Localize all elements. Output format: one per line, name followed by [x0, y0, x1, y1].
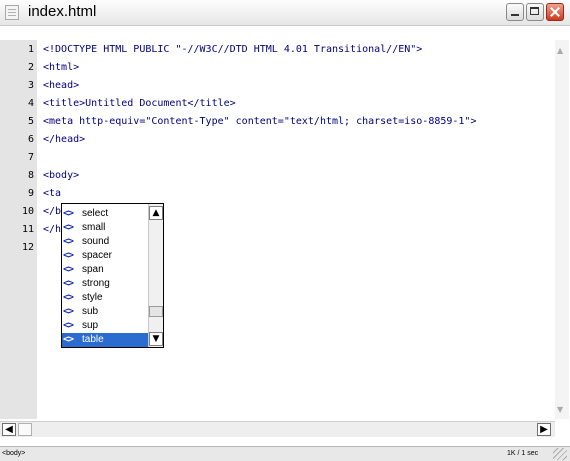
code-line[interactable]: <meta http-equiv="Content-Type" content=…: [43, 116, 476, 128]
autocomplete-item-selected[interactable]: <> table: [62, 333, 148, 347]
autocomplete-item[interactable]: <> strong: [62, 277, 148, 291]
line-number-gutter: 1 2 3 4 5 6 7 8 9 10 11 12: [0, 40, 37, 419]
autocomplete-popup[interactable]: <> select <> small <> sound <> spacer <> span…: [61, 203, 164, 348]
line-number: 1: [27, 44, 34, 55]
tag-icon: <>: [63, 208, 74, 219]
autocomplete-scrollbar[interactable]: ▲ ▼: [148, 204, 163, 347]
autocomplete-item[interactable]: <> sup: [62, 319, 148, 333]
autocomplete-item[interactable]: <> style: [62, 291, 148, 305]
code-line[interactable]: <!DOCTYPE HTML PUBLIC "-//W3C//DTD HTML …: [43, 44, 422, 56]
line-number: 3: [27, 80, 34, 91]
resize-grip-icon[interactable]: [553, 448, 567, 460]
tag-icon: <>: [63, 264, 74, 275]
line-number: 10: [21, 206, 34, 217]
vertical-scrollbar[interactable]: ▲ ▼: [555, 40, 569, 419]
autocomplete-scroll-thumb[interactable]: [149, 306, 163, 317]
code-line[interactable]: </head>: [43, 134, 85, 146]
autocomplete-item[interactable]: <> select: [62, 207, 148, 221]
code-line[interactable]: <html>: [43, 62, 79, 74]
line-number: 5: [27, 116, 34, 127]
scroll-right-icon[interactable]: ▶: [537, 423, 551, 436]
line-number: 2: [27, 62, 34, 73]
line-number: 6: [27, 134, 34, 145]
title-bar: index.html: [0, 0, 570, 26]
tag-icon: <>: [63, 320, 74, 331]
horizontal-scroll-thumb[interactable]: [18, 423, 32, 436]
scroll-down-icon[interactable]: ▼: [557, 405, 563, 415]
scroll-left-icon[interactable]: ◀: [2, 423, 16, 436]
maximize-button[interactable]: [526, 3, 544, 21]
line-number: 9: [27, 188, 34, 199]
autocomplete-item[interactable]: <> span: [62, 263, 148, 277]
window-title: index.html: [28, 3, 97, 20]
download-size: 1K / 1 sec: [507, 450, 539, 457]
minimize-button[interactable]: [506, 3, 524, 21]
line-number: 12: [21, 242, 34, 253]
autocomplete-item[interactable]: <> sub: [62, 305, 148, 319]
line-number: 4: [27, 98, 34, 109]
line-number: 7: [27, 152, 34, 163]
tag-icon: <>: [63, 236, 74, 247]
autocomplete-item[interactable]: <> sound: [62, 235, 148, 249]
code-line[interactable]: <title>Untitled Document</title>: [43, 98, 236, 110]
tag-icon: <>: [63, 334, 74, 345]
status-bar: <body> 1K / 1 sec: [0, 446, 570, 461]
tag-icon: <>: [63, 222, 74, 233]
tag-icon: <>: [63, 306, 74, 317]
tag-selector[interactable]: <body>: [2, 450, 25, 457]
code-line[interactable]: </b: [43, 206, 61, 218]
tag-icon: <>: [63, 250, 74, 261]
line-number: 8: [27, 170, 34, 181]
document-icon: [5, 5, 19, 20]
tag-icon: <>: [63, 278, 74, 289]
horizontal-scrollbar[interactable]: ◀ ▶: [0, 421, 555, 437]
tag-icon: <>: [63, 292, 74, 303]
close-button[interactable]: [546, 3, 564, 21]
code-line[interactable]: </h: [43, 224, 61, 236]
code-line[interactable]: <ta: [43, 188, 61, 200]
autocomplete-item[interactable]: <> spacer: [62, 249, 148, 263]
code-line[interactable]: <body>: [43, 170, 79, 182]
scroll-down-icon[interactable]: ▼: [149, 332, 163, 346]
scroll-up-icon[interactable]: ▲: [557, 46, 563, 56]
line-number: 11: [21, 224, 34, 235]
scroll-up-icon[interactable]: ▲: [149, 206, 163, 220]
code-line[interactable]: <head>: [43, 80, 79, 92]
autocomplete-list[interactable]: <> select <> small <> sound <> spacer <> span…: [62, 204, 148, 347]
autocomplete-item[interactable]: <> small: [62, 221, 148, 235]
